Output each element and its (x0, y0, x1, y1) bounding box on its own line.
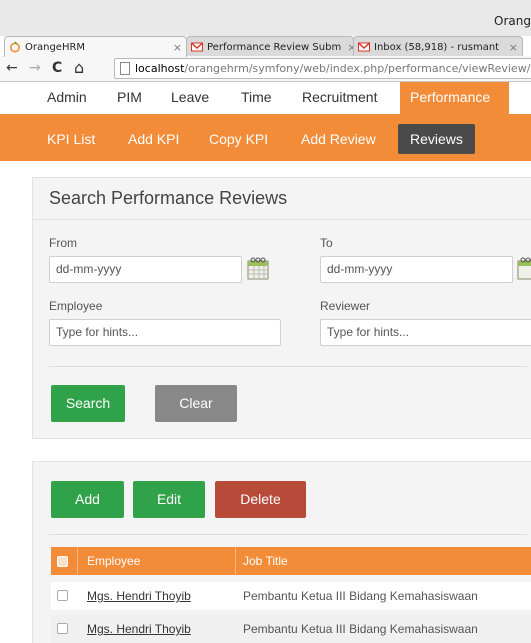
row-checkbox[interactable] (57, 623, 68, 634)
clear-button[interactable]: Clear (155, 385, 237, 422)
window-title: Orang (494, 14, 531, 28)
calendar-icon[interactable] (247, 257, 269, 280)
job-title-cell: Pembantu Ketua III Bidang Kemahasiswaan (243, 622, 478, 636)
tab-label: Performance Review Subm (207, 41, 342, 53)
forward-button[interactable]: → (29, 59, 41, 77)
table-row: Mgs. Hendri Thoyib Pembantu Ketua III Bi… (51, 582, 531, 610)
tab-inbox[interactable]: Inbox (58,918) - rusmant × (353, 36, 523, 57)
reviewer-label: Reviewer (320, 299, 371, 313)
select-all-checkbox[interactable] (57, 556, 68, 567)
delete-button[interactable]: Delete (215, 481, 306, 518)
menu-performance[interactable]: Performance (400, 82, 509, 114)
browser-titlebar: Orang (0, 0, 531, 36)
close-icon[interactable]: × (503, 41, 518, 54)
close-icon[interactable]: × (167, 41, 182, 54)
menu-admin[interactable]: Admin (47, 82, 87, 114)
table-row: Mgs. Hendri Thoyib Pembantu Ketua III Bi… (51, 615, 531, 643)
back-button[interactable]: ← (6, 59, 18, 77)
url-host: localhost (135, 62, 185, 75)
column-header-job-title[interactable]: Job Title (243, 547, 288, 575)
browser-toolbar: ← → C ⌂ localhost/orangehrm/symfony/web/… (0, 56, 531, 82)
search-panel: Search Performance Reviews From dd-mm-yy… (32, 177, 531, 439)
column-divider (77, 547, 78, 575)
column-header-employee[interactable]: Employee (87, 547, 140, 575)
submenu-kpi-list[interactable]: KPI List (47, 124, 95, 154)
tab-label: OrangeHRM (25, 41, 86, 53)
column-divider (235, 547, 236, 575)
page-title: Search Performance Reviews (49, 188, 288, 208)
submenu-add-review[interactable]: Add Review (301, 124, 376, 154)
from-label: From (49, 236, 77, 250)
menu-time[interactable]: Time (241, 82, 272, 114)
gmail-icon (358, 42, 370, 52)
orangehrm-logo-icon (10, 41, 20, 53)
reload-button[interactable]: C (52, 59, 62, 77)
row-checkbox[interactable] (57, 590, 68, 601)
panel-header: Search Performance Reviews (33, 178, 531, 220)
employee-link[interactable]: Mgs. Hendri Thoyib (87, 622, 191, 636)
page-icon (120, 62, 130, 75)
main-menu: Admin PIM Leave Time Recruitment Perform… (0, 82, 531, 114)
submenu-reviews[interactable]: Reviews (398, 124, 475, 154)
menu-recruitment[interactable]: Recruitment (302, 82, 377, 114)
employee-label: Employee (49, 299, 103, 313)
employee-link[interactable]: Mgs. Hendri Thoyib (87, 589, 191, 603)
edit-button[interactable]: Edit (133, 481, 205, 518)
add-button[interactable]: Add (51, 481, 124, 518)
calendar-icon[interactable] (517, 257, 531, 280)
sub-menu: KPI List Add KPI Copy KPI Add Review Rev… (0, 114, 531, 161)
address-bar[interactable]: localhost/orangehrm/symfony/web/index.ph… (114, 58, 531, 79)
menu-pim[interactable]: PIM (117, 82, 142, 114)
job-title-cell: Pembantu Ketua III Bidang Kemahasiswaan (243, 589, 478, 603)
tab-label: Inbox (58,918) - rusmant (374, 41, 500, 53)
submenu-add-kpi[interactable]: Add KPI (128, 124, 179, 154)
search-button[interactable]: Search (51, 385, 125, 422)
url-path: /orangehrm/symfony/web/index.php/perform… (184, 62, 531, 75)
tab-performance-review[interactable]: Performance Review Subm × (186, 36, 354, 57)
to-date-input[interactable]: dd-mm-yyyy (320, 256, 513, 283)
divider (49, 366, 527, 367)
table-header: Employee Job Title (51, 547, 531, 575)
gmail-icon (191, 42, 203, 52)
submenu-copy-kpi[interactable]: Copy KPI (209, 124, 268, 154)
employee-input[interactable]: Type for hints... (49, 319, 281, 346)
to-label: To (320, 236, 333, 250)
tab-orangehrm[interactable]: OrangeHRM × (4, 36, 187, 57)
from-date-input[interactable]: dd-mm-yyyy (49, 256, 242, 283)
divider (49, 534, 527, 535)
menu-leave[interactable]: Leave (171, 82, 209, 114)
home-button[interactable]: ⌂ (74, 59, 84, 77)
reviewer-input[interactable]: Type for hints... (320, 319, 531, 346)
